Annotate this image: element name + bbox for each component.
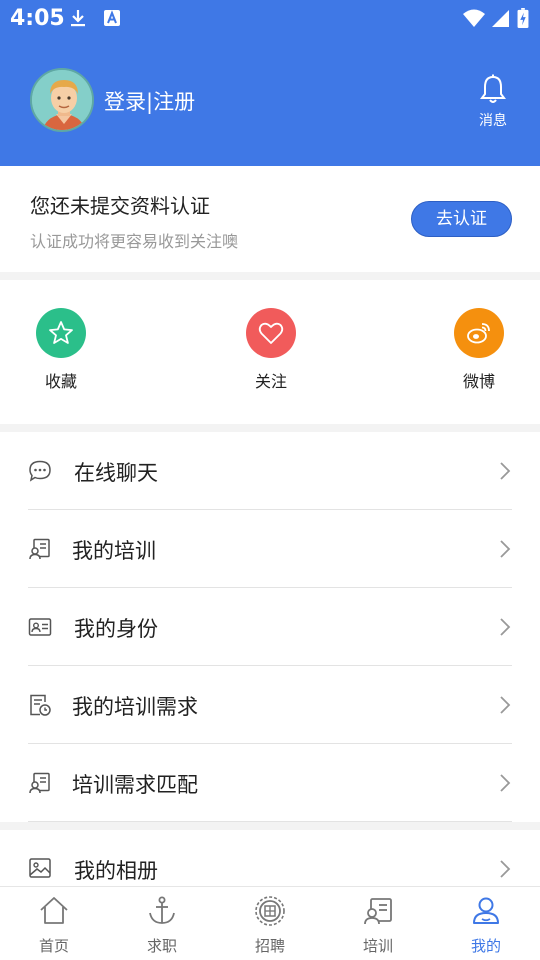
tab-label: 招聘	[254, 937, 285, 955]
status-time: 4:05	[10, 6, 65, 31]
follow-label: 关注	[254, 372, 287, 391]
tab-mine[interactable]: 我的	[446, 895, 526, 956]
menu-list-secondary: 我的相册	[0, 830, 540, 890]
weibo-label: 微博	[462, 372, 495, 391]
menu-item-training-match[interactable]: 培训需求匹配	[0, 744, 540, 822]
chevron-right-icon	[500, 696, 511, 714]
menu-item-my-training-needs[interactable]: 我的培训需求	[0, 666, 540, 744]
quick-actions: 收藏 关注 微博	[0, 280, 540, 424]
verification-subtitle: 认证成功将更容易收到关注噢	[30, 232, 239, 251]
chevron-right-icon	[500, 774, 511, 792]
verify-button[interactable]: 去认证	[411, 201, 512, 237]
id-card-icon	[28, 618, 52, 636]
divider	[28, 821, 512, 822]
verification-title: 您还未提交资料认证	[30, 194, 210, 218]
menu-item-label: 培训需求匹配	[72, 773, 198, 797]
weibo-button[interactable]: 微博	[439, 308, 519, 392]
wifi-icon	[463, 9, 485, 27]
chevron-right-icon	[500, 462, 511, 480]
home-icon	[40, 897, 68, 924]
messages-button[interactable]: 消息	[470, 72, 516, 132]
chevron-right-icon	[500, 860, 511, 878]
menu-item-online-chat[interactable]: 在线聊天	[0, 432, 540, 510]
menu-item-label: 我的培训需求	[72, 695, 198, 719]
bell-icon	[480, 74, 506, 103]
follow-button[interactable]: 关注	[231, 308, 311, 392]
cell-signal-icon	[492, 10, 509, 27]
chevron-right-icon	[500, 540, 511, 558]
tab-home[interactable]: 首页	[14, 895, 94, 956]
chat-icon	[29, 460, 51, 482]
heart-icon	[246, 308, 296, 358]
text-a-icon	[104, 10, 120, 26]
weibo-icon	[454, 308, 504, 358]
status-bar: 4:05	[0, 0, 540, 36]
tab-job-seeking[interactable]: 求职	[122, 895, 202, 956]
menu-item-my-identity[interactable]: 我的身份	[0, 588, 540, 666]
bottom-nav: 首页 求职 招聘 培训 我的	[0, 886, 540, 960]
document-clock-icon	[30, 694, 51, 716]
tab-training[interactable]: 培训	[338, 895, 418, 956]
tab-label: 求职	[146, 937, 177, 955]
battery-icon	[517, 8, 529, 28]
favorites-label: 收藏	[44, 372, 77, 391]
image-icon	[29, 858, 51, 878]
training-match-icon	[29, 772, 50, 794]
messages-label: 消息	[479, 113, 507, 129]
menu-list: 在线聊天 我的培训 我的身份 我的培训需求 培训需求匹配	[0, 432, 540, 822]
star-icon	[36, 308, 86, 358]
avatar[interactable]	[30, 68, 94, 132]
favorites-button[interactable]: 收藏	[21, 308, 101, 392]
training-icon	[29, 538, 50, 560]
tab-recruit[interactable]: 招聘	[230, 895, 310, 956]
menu-item-label: 我的相册	[74, 859, 158, 883]
verification-card: 您还未提交资料认证 认证成功将更容易收到关注噢 去认证	[0, 166, 540, 272]
menu-item-label: 在线聊天	[74, 461, 158, 485]
tab-label: 首页	[38, 937, 69, 955]
profile-header: 4:05 登录|注册 消息	[0, 0, 540, 166]
menu-item-my-training[interactable]: 我的培训	[0, 510, 540, 588]
recruit-icon	[255, 896, 285, 926]
download-icon	[71, 10, 85, 27]
tab-label: 培训	[362, 937, 393, 955]
login-register-link[interactable]: 登录|注册	[104, 86, 195, 116]
menu-item-label: 我的培训	[72, 539, 156, 563]
training-icon	[364, 898, 392, 925]
tab-label: 我的	[470, 937, 501, 955]
user-icon	[473, 897, 499, 924]
avatar-illustration	[32, 70, 92, 130]
profile-page: 4:05 登录|注册 消息 您还未提交资料认证 认证成功将更容易收到关注噢 去认…	[0, 0, 540, 960]
menu-item-label: 我的身份	[74, 617, 158, 641]
anchor-icon	[149, 896, 175, 924]
chevron-right-icon	[500, 618, 511, 636]
